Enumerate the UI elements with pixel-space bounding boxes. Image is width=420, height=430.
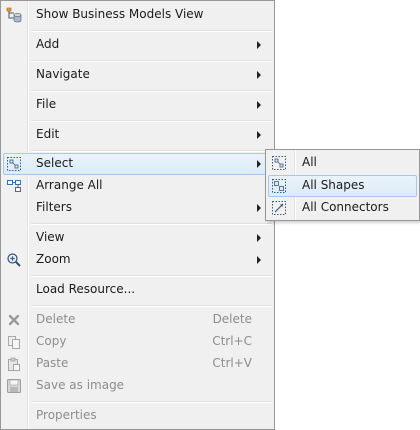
menu-item-label: Arrange All: [36, 178, 103, 192]
submenu-item-label: All Shapes: [302, 178, 365, 192]
select-all-icon: [6, 156, 22, 172]
menu-item-navigate[interactable]: Navigate: [3, 64, 272, 86]
arrange-all-icon: [6, 178, 22, 194]
menu-item-label: View: [36, 230, 65, 244]
submenu-item-all[interactable]: All: [268, 152, 417, 174]
menu-separator: [31, 90, 272, 92]
submenu-arrow-icon: [257, 160, 261, 168]
menu-separator: [31, 30, 272, 32]
submenu-item-label: All Connectors: [302, 200, 389, 214]
menu-item-label: Load Resource...: [36, 282, 136, 296]
menu-item-properties[interactable]: Properties: [3, 405, 272, 427]
menu-item-copy[interactable]: Copy Ctrl+C: [3, 331, 272, 353]
menu-separator: [31, 150, 272, 152]
delete-icon: [6, 312, 22, 328]
menu-item-label: Save as image: [36, 378, 125, 392]
business-models-view-icon: [6, 7, 22, 23]
submenu-item-label: All: [302, 155, 317, 169]
menu-shortcut: Delete: [212, 312, 252, 326]
menu-item-label: Paste: [36, 356, 69, 370]
zoom-icon: [6, 252, 22, 268]
menu-item-file[interactable]: File: [3, 94, 272, 116]
menu-separator: [31, 223, 272, 225]
menu-item-select[interactable]: Select: [3, 153, 272, 175]
submenu-arrow-icon: [257, 41, 261, 49]
menu-separator: [31, 60, 272, 62]
context-menu: Show Business Models View Add Navigate F…: [0, 0, 275, 430]
menu-item-label: Edit: [36, 127, 60, 141]
submenu-arrow-icon: [257, 101, 261, 109]
menu-item-label: Filters: [36, 200, 72, 214]
submenu-arrow-icon: [257, 234, 261, 242]
menu-separator: [31, 120, 272, 122]
menu-shortcut: Ctrl+C: [212, 334, 252, 348]
menu-item-label: Navigate: [36, 67, 90, 81]
select-submenu: All All Shapes All Connectors: [265, 149, 420, 221]
menu-item-arrange-all[interactable]: Arrange All: [3, 175, 272, 197]
menu-item-label: Zoom: [36, 252, 71, 266]
menu-item-label: Copy: [36, 334, 67, 348]
menu-item-delete[interactable]: Delete Delete: [3, 309, 272, 331]
menu-separator: [31, 401, 272, 403]
menu-item-add[interactable]: Add: [3, 34, 272, 56]
submenu-arrow-icon: [257, 131, 261, 139]
menu-item-label: File: [36, 97, 57, 111]
menu-shortcut: Ctrl+V: [212, 356, 252, 370]
menu-item-label: Add: [36, 37, 60, 51]
menu-item-label: Properties: [36, 408, 97, 422]
menu-item-filters[interactable]: Filters: [3, 197, 272, 219]
menu-item-edit[interactable]: Edit: [3, 124, 272, 146]
menu-item-label: Show Business Models View: [36, 7, 204, 21]
menu-item-view[interactable]: View: [3, 227, 272, 249]
menu-item-zoom[interactable]: Zoom: [3, 249, 272, 271]
menu-item-load-resource[interactable]: Load Resource...: [3, 279, 272, 301]
menu-item-show-business-models-view[interactable]: Show Business Models View: [3, 4, 272, 26]
menu-separator: [31, 275, 272, 277]
submenu-arrow-icon: [257, 204, 261, 212]
submenu-arrow-icon: [257, 71, 261, 79]
select-shapes-icon: [271, 178, 287, 194]
submenu-arrow-icon: [257, 256, 261, 264]
copy-icon: [6, 334, 22, 350]
submenu-item-all-connectors[interactable]: All Connectors: [268, 197, 417, 219]
menu-item-save-as-image[interactable]: Save as image: [3, 375, 272, 397]
save-icon: [6, 378, 22, 394]
paste-icon: [6, 356, 22, 372]
select-all-icon: [271, 155, 287, 171]
submenu-item-all-shapes[interactable]: All Shapes: [268, 175, 417, 197]
menu-item-label: Delete: [36, 312, 76, 326]
select-connectors-icon: [271, 200, 287, 216]
menu-separator: [31, 305, 272, 307]
menu-item-paste[interactable]: Paste Ctrl+V: [3, 353, 272, 375]
menu-item-label: Select: [36, 156, 74, 170]
